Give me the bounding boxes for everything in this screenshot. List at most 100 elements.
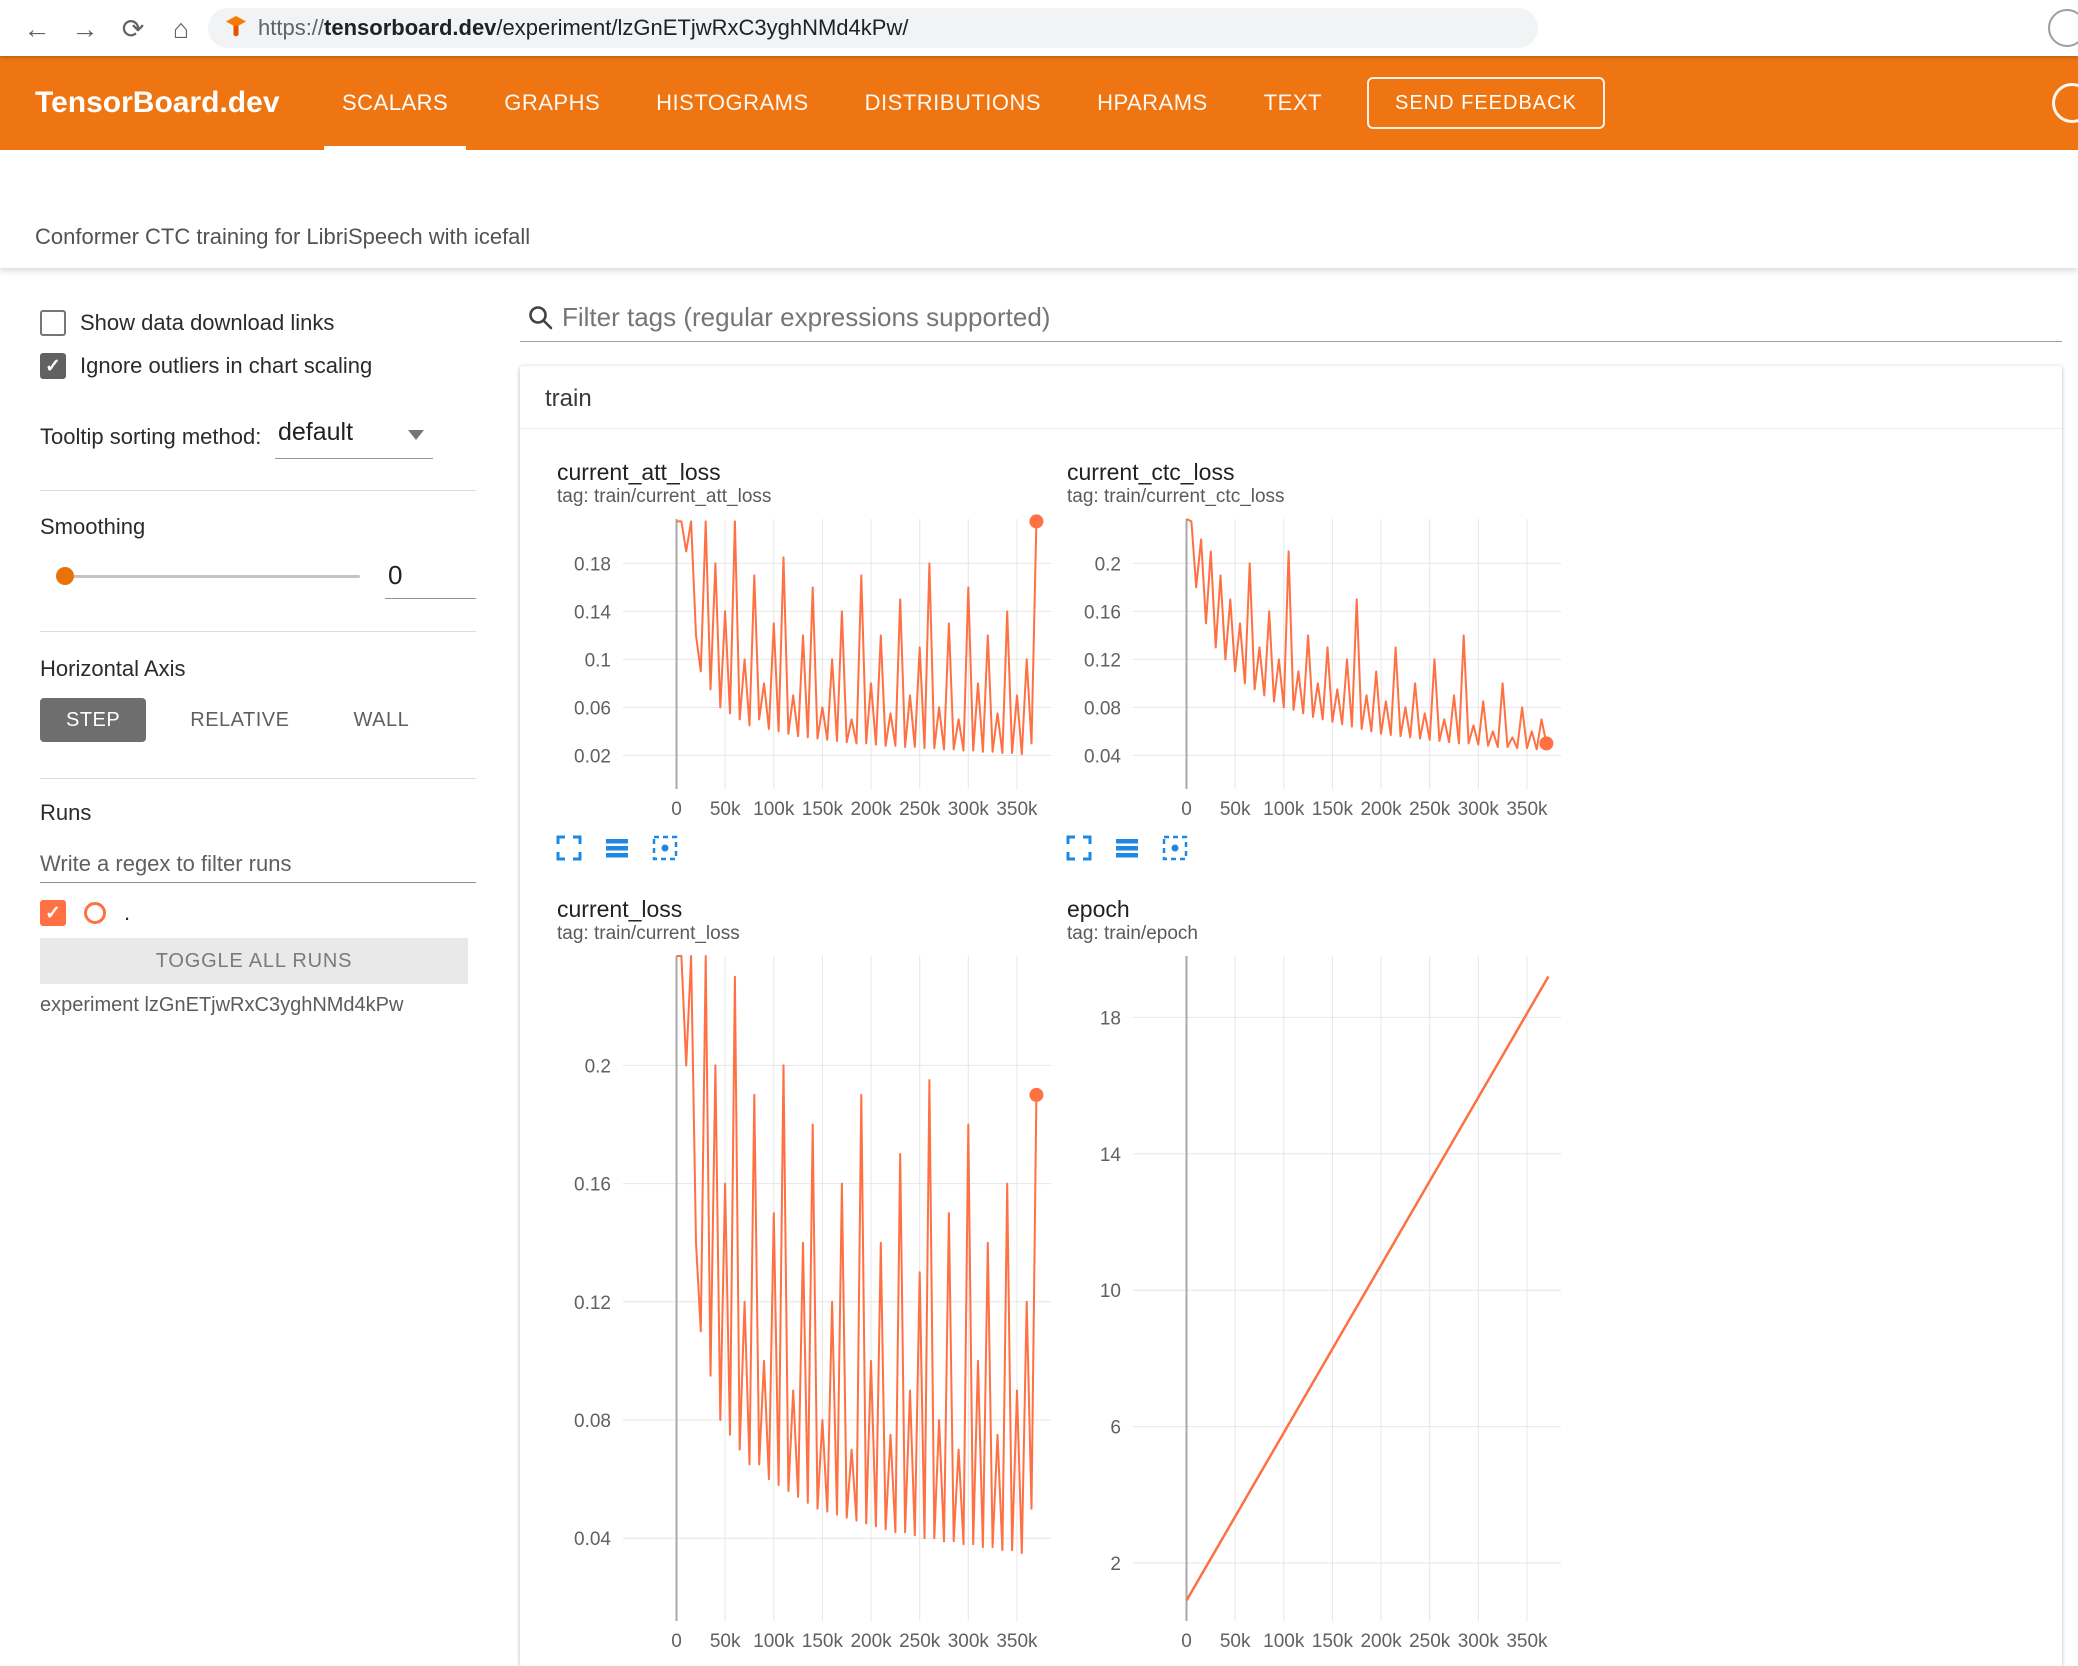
svg-text:0.18: 0.18 <box>574 554 611 575</box>
header-avatar[interactable] <box>2052 83 2078 123</box>
data-table-icon[interactable] <box>1111 833 1143 865</box>
svg-text:300k: 300k <box>1458 799 1500 820</box>
svg-text:0.08: 0.08 <box>1084 698 1121 719</box>
tab-hparams[interactable]: HPARAMS <box>1069 56 1236 150</box>
check-icon: ✓ <box>45 902 61 924</box>
section-title[interactable]: train <box>545 385 592 413</box>
smoothing-label: Smoothing <box>40 514 146 539</box>
svg-text:0.04: 0.04 <box>574 1529 611 1550</box>
divider <box>520 428 2062 429</box>
svg-text:350k: 350k <box>996 799 1038 820</box>
fit-domain-icon[interactable] <box>1159 833 1191 865</box>
svg-text:0.12: 0.12 <box>574 1293 611 1314</box>
line-chart-current-ctc-loss[interactable]: 0.04 0.08 0.12 0.16 0.2 0 50k 100k 150k 200k 250k 3… <box>1055 513 1567 829</box>
run-color-swatch[interactable] <box>84 902 106 924</box>
svg-text:0.04: 0.04 <box>1084 746 1121 767</box>
svg-text:300k: 300k <box>948 1631 990 1652</box>
train-card: train current_att_loss tag: train/curren… <box>520 366 2062 1666</box>
chevron-down-icon[interactable] <box>408 430 424 440</box>
main-area: train current_att_loss tag: train/curren… <box>520 268 2062 1666</box>
divider <box>40 490 476 491</box>
tab-distributions[interactable]: DISTRIBUTIONS <box>837 56 1069 150</box>
tab-text[interactable]: TEXT <box>1236 56 1350 150</box>
horizontal-axis-buttons: STEP RELATIVE WALL <box>40 698 429 742</box>
runs-filter-input[interactable] <box>40 845 476 883</box>
line-chart-current-att-loss[interactable]: 0.02 0.06 0.1 0.14 0.18 0 50k 100k 150k 200k 250k 3… <box>545 513 1057 829</box>
svg-text:100k: 100k <box>1263 1631 1305 1652</box>
data-table-icon[interactable] <box>601 833 633 865</box>
svg-text:100k: 100k <box>753 799 795 820</box>
url-text: https://tensorboard.dev/experiment/lzGnE… <box>258 15 908 41</box>
send-feedback-button[interactable]: SEND FEEDBACK <box>1367 77 1605 129</box>
check-icon: ✓ <box>45 355 61 377</box>
ignore-outliers-checkbox[interactable]: ✓ <box>40 353 66 379</box>
chart-title: current_att_loss <box>557 459 721 485</box>
chart-tag: tag: train/current_ctc_loss <box>1067 486 1285 507</box>
svg-text:0.1: 0.1 <box>585 650 611 671</box>
app-header: TensorBoard.dev SCALARS GRAPHS HISTOGRAM… <box>0 56 2078 150</box>
svg-text:350k: 350k <box>996 1631 1038 1652</box>
svg-text:100k: 100k <box>1263 799 1305 820</box>
app-logo: TensorBoard.dev <box>35 86 280 119</box>
chart-tag: tag: train/epoch <box>1067 923 1198 944</box>
reload-icon: ⟳ <box>121 14 145 44</box>
svg-text:18: 18 <box>1100 1008 1121 1029</box>
home-button[interactable]: ⌂ <box>162 10 200 48</box>
svg-text:250k: 250k <box>899 1631 941 1652</box>
reload-button[interactable]: ⟳ <box>114 10 152 48</box>
svg-text:0.14: 0.14 <box>574 602 611 623</box>
smoothing-slider-thumb[interactable] <box>56 567 74 585</box>
svg-text:250k: 250k <box>1409 799 1451 820</box>
svg-text:300k: 300k <box>948 799 990 820</box>
line-chart-current-loss[interactable]: 0.04 0.08 0.12 0.16 0.2 0 50k 100k 150k 200k 250k 3… <box>545 950 1057 1661</box>
show-download-links-checkbox[interactable] <box>40 310 66 336</box>
svg-text:0: 0 <box>1181 1631 1192 1652</box>
chart-tag: tag: train/current_att_loss <box>557 486 772 507</box>
url-domain: tensorboard.dev <box>324 15 497 40</box>
browser-avatar[interactable] <box>2048 9 2078 47</box>
back-icon: ← <box>23 14 51 44</box>
svg-text:0.2: 0.2 <box>585 1056 611 1077</box>
line-chart-epoch[interactable]: 2 6 10 14 18 0 50k 100k 150k 200k 250k 300k 350k <box>1055 950 1567 1661</box>
run-row: ✓ . <box>40 900 130 926</box>
chart-card-current-loss: current_loss tag: train/current_loss 0.0… <box>545 895 1057 1661</box>
svg-text:0.06: 0.06 <box>574 698 611 719</box>
relative-button[interactable]: RELATIVE <box>170 698 309 742</box>
svg-text:200k: 200k <box>850 799 892 820</box>
run-checkbox[interactable]: ✓ <box>40 900 66 926</box>
step-button[interactable]: STEP <box>40 698 147 742</box>
tab-scalars[interactable]: SCALARS <box>314 56 476 150</box>
divider <box>40 631 476 632</box>
chart-title: current_loss <box>557 896 683 922</box>
svg-text:0.12: 0.12 <box>1084 650 1121 671</box>
smoothing-slider-track[interactable] <box>57 575 360 578</box>
back-button[interactable]: ← <box>18 10 56 48</box>
dropdown-underline <box>275 458 433 459</box>
svg-text:0: 0 <box>671 799 682 820</box>
fit-domain-icon[interactable] <box>649 833 681 865</box>
experiment-title: Conformer CTC training for LibriSpeech w… <box>35 224 531 249</box>
wall-button[interactable]: WALL <box>333 698 429 742</box>
fullscreen-icon[interactable] <box>1063 833 1095 865</box>
tab-graphs[interactable]: GRAPHS <box>476 56 628 150</box>
forward-button[interactable]: → <box>66 10 104 48</box>
svg-text:0.16: 0.16 <box>574 1175 611 1196</box>
tooltip-sorting-label: Tooltip sorting method: <box>40 424 262 449</box>
svg-text:2: 2 <box>1110 1554 1121 1575</box>
toggle-all-runs-button[interactable]: TOGGLE ALL RUNS <box>40 938 468 984</box>
svg-text:0: 0 <box>671 1631 682 1652</box>
url-bar[interactable]: https://tensorboard.dev/experiment/lzGnE… <box>208 8 1538 48</box>
tooltip-sorting-dropdown[interactable]: default <box>278 418 353 447</box>
fullscreen-icon[interactable] <box>553 833 585 865</box>
tab-histograms[interactable]: HISTOGRAMS <box>628 56 837 150</box>
svg-text:50k: 50k <box>1220 799 1251 820</box>
svg-text:0: 0 <box>1181 799 1192 820</box>
chart-toolbar <box>553 833 1057 865</box>
nav-tabs: SCALARS GRAPHS HISTOGRAMS DISTRIBUTIONS … <box>314 56 1350 150</box>
svg-text:250k: 250k <box>1409 1631 1451 1652</box>
svg-text:150k: 150k <box>802 799 844 820</box>
settings-sidebar: Show data download links ✓ Ignore outlie… <box>0 268 500 1666</box>
chart-toolbar <box>1063 833 1567 865</box>
chart-card-current-ctc-loss: current_ctc_loss tag: train/current_ctc_… <box>1055 458 1567 865</box>
tag-filter-input[interactable] <box>562 298 2042 336</box>
